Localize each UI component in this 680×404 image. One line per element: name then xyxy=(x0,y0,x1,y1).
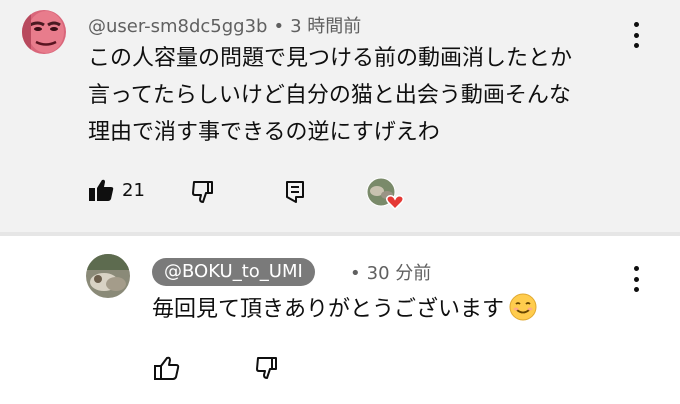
reply-time[interactable]: 30 分前 xyxy=(367,263,432,284)
like-button[interactable]: 21 xyxy=(88,178,145,202)
reply-text: 毎回見て頂きありがとうございます xyxy=(152,297,505,322)
comment-line: 理由で消す事できるの逆にすげえわ xyxy=(88,120,440,145)
creator-heart-icon xyxy=(385,195,405,211)
comment-line: この人容量の問題で見つける前の動画消したとか xyxy=(88,46,573,71)
reply-author-chip[interactable]: @BOKU_to_UMI xyxy=(152,258,315,286)
avatar-top-comment[interactable] xyxy=(22,10,66,54)
top-comment-meta: @user-sm8dc5gg3b • 3 時間前 xyxy=(88,12,361,38)
comment-line: 言ってたらしいけど自分の猫と出会う動画そんな xyxy=(88,83,571,108)
more-vert-icon[interactable] xyxy=(629,22,643,48)
reply-like-button[interactable] xyxy=(154,356,180,380)
avatar-reply-comment[interactable] xyxy=(86,254,130,298)
top-comment-text: この人容量の問題で見つける前の動画消したとか 言ってたらしいけど自分の猫と出会う… xyxy=(88,40,628,151)
dislike-button[interactable] xyxy=(192,180,216,204)
smiling-face-emoji xyxy=(508,292,538,332)
top-comment-author[interactable]: @user-sm8dc5gg3b xyxy=(88,16,267,37)
top-comment-time[interactable]: 3 時間前 xyxy=(290,16,361,37)
reply-comment-icon xyxy=(286,181,304,203)
reply-dislike-button[interactable] xyxy=(256,356,280,380)
creator-heart-badge xyxy=(365,177,405,211)
reply-comment-text: 毎回見て頂きありがとうございます xyxy=(152,292,538,332)
meta-separator: • xyxy=(273,16,285,37)
reply-button[interactable] xyxy=(284,180,306,204)
thumbs-up-filled-icon xyxy=(89,179,114,201)
more-vert-icon[interactable] xyxy=(629,266,643,292)
thumbs-down-icon xyxy=(256,357,277,379)
meta-separator: • xyxy=(350,263,361,284)
thumbs-up-icon xyxy=(154,356,180,380)
like-count: 21 xyxy=(122,179,145,201)
reply-meta: • 30 分前 xyxy=(350,259,431,285)
thumbs-down-icon xyxy=(192,181,213,203)
